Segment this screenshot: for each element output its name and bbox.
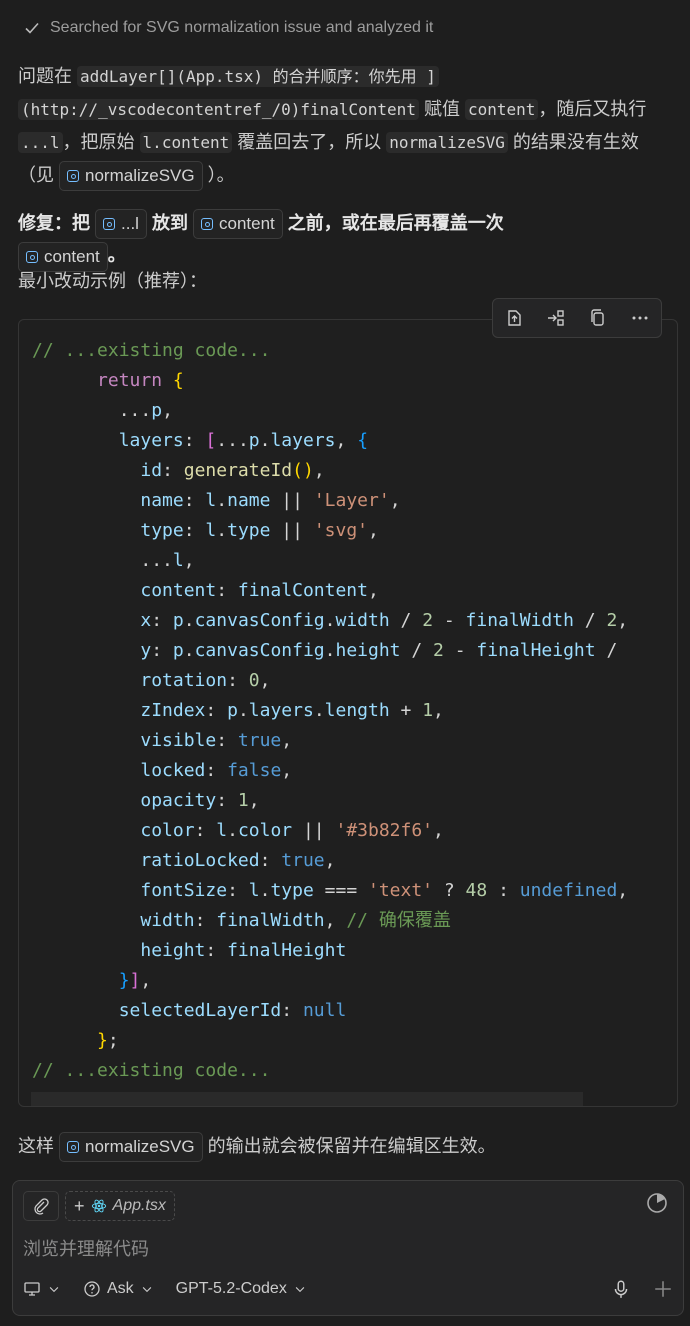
chevron-down-icon xyxy=(142,1287,151,1293)
insert-at-cursor-icon[interactable] xyxy=(544,306,568,330)
code-line: locked: false, xyxy=(140,760,293,781)
copy-icon[interactable] xyxy=(586,306,610,330)
symbol-icon xyxy=(67,1141,80,1154)
code-line: height: finalHeight xyxy=(140,940,347,961)
code-line: fontSize: l.type === 'text' ? 48 : undef… xyxy=(140,880,629,901)
chat-input[interactable]: 浏览并理解代码 xyxy=(23,1235,149,1261)
code-line: id: generateId(), xyxy=(140,460,325,481)
symbol-icon xyxy=(26,250,38,263)
chip-label: normalizeSVG xyxy=(85,1137,195,1157)
text-segment: 覆盖回去了，所以 xyxy=(237,132,382,152)
chevron-down-icon xyxy=(49,1287,59,1293)
code-line: zIndex: p.layers.length + 1, xyxy=(140,700,444,721)
code-line: }], xyxy=(118,970,152,991)
symbol-link-normalizeSVG-2[interactable]: normalizeSVG xyxy=(59,1132,203,1163)
inline-code: content xyxy=(464,99,539,120)
chip-label: content xyxy=(219,214,275,234)
code-line: x: p.canvasConfig.width / 2 - finalWidth… xyxy=(140,610,629,631)
text-segment: 。 xyxy=(107,245,126,266)
text-segment: ，随后又执行 xyxy=(538,99,647,119)
horizontal-scrollbar[interactable] xyxy=(31,1092,583,1106)
more-icon[interactable] xyxy=(628,306,652,330)
target-picker[interactable] xyxy=(23,1280,61,1298)
context-usage-icon[interactable] xyxy=(645,1191,669,1215)
code-block-toolbar xyxy=(492,298,662,338)
text-segment: ）。 xyxy=(207,165,235,185)
text-segment: ，把原始 xyxy=(62,132,135,152)
code-block: // ...existing code... return { ...p, la… xyxy=(18,319,678,1107)
code-line: // ...existing code... xyxy=(32,340,271,361)
text-segment: 修复：把 xyxy=(18,213,90,233)
code-line: type: l.type || 'svg', xyxy=(140,520,379,541)
code-line: // ...existing code... xyxy=(32,1060,271,1081)
inline-code: l.content xyxy=(139,132,233,153)
chip-label: ...l xyxy=(121,214,139,234)
attach-button[interactable] xyxy=(23,1191,59,1221)
chip-label: normalizeSVG xyxy=(85,166,195,186)
code-line: name: l.name || 'Layer', xyxy=(140,490,401,511)
monitor-icon xyxy=(24,1282,40,1296)
paperclip-icon xyxy=(34,1198,49,1215)
text-segment: 这样 xyxy=(18,1136,54,1156)
chevron-down-icon xyxy=(295,1287,305,1293)
code-line: }; xyxy=(97,1030,119,1051)
code-line: content: finalContent, xyxy=(140,580,379,601)
code-line: visible: true, xyxy=(140,730,293,751)
model-label: GPT-5.2-Codex xyxy=(175,1280,287,1297)
inline-code: ...l xyxy=(18,132,63,153)
code-line: return { xyxy=(97,370,184,391)
symbol-icon xyxy=(67,170,80,183)
symbol-link-content[interactable]: content xyxy=(193,209,283,240)
microphone-icon[interactable] xyxy=(611,1279,631,1299)
help-circle-icon xyxy=(84,1281,100,1297)
apply-in-editor-icon[interactable] xyxy=(502,306,526,330)
fix-paragraph: 修复：把 ...l 放到 content 之前，或在最后再覆盖一次 conten… xyxy=(18,207,674,272)
text-segment: 问题在 xyxy=(18,66,72,86)
code-line: color: l.color || '#3b82f6', xyxy=(140,820,444,841)
check-icon xyxy=(25,22,39,34)
send-plus-icon[interactable] xyxy=(653,1279,673,1299)
code-line: y: p.canvasConfig.height / 2 - finalHeig… xyxy=(140,640,618,661)
example-heading: 最小改动示例（推荐）： xyxy=(18,271,207,291)
text-segment: 之前，或在最后再覆盖一次 xyxy=(287,213,504,233)
model-picker[interactable]: GPT-5.2-Codex xyxy=(176,1280,307,1298)
code-line: width: finalWidth, // 确保覆盖 xyxy=(140,910,451,931)
mode-picker[interactable]: Ask xyxy=(83,1280,154,1298)
code-content: // ...existing code... return { ...p, la… xyxy=(32,336,628,1086)
attached-file-chip[interactable]: + App.tsx xyxy=(65,1191,175,1221)
explanation-paragraph: 问题在 addLayer[](App.tsx) 的合并顺序：你先用 ] (htt… xyxy=(18,60,674,192)
code-line: opacity: 1, xyxy=(140,790,260,811)
text-segment: 的输出就会被保留并在编辑区生效。 xyxy=(207,1136,496,1156)
inline-code: addLayer[](App.tsx) 的合并顺序：你先用 ] xyxy=(77,66,439,87)
code-line: rotation: 0, xyxy=(140,670,271,691)
add-icon: + xyxy=(74,1195,85,1216)
mode-label: Ask xyxy=(107,1280,134,1297)
status-text: Searched for SVG normalization issue and… xyxy=(50,19,434,36)
symbol-link-spread-l[interactable]: ...l xyxy=(95,209,147,240)
attached-file-name: App.tsx xyxy=(112,1197,166,1214)
code-line: ratioLocked: true, xyxy=(140,850,336,871)
tool-status[interactable]: Searched for SVG normalization issue and… xyxy=(24,14,433,42)
code-line: selectedLayerId: null xyxy=(118,1000,347,1021)
symbol-link-normalizeSVG[interactable]: normalizeSVG xyxy=(59,161,203,192)
symbol-icon xyxy=(103,218,116,231)
inline-code: normalizeSVG xyxy=(386,132,508,153)
conclusion-paragraph: 这样 normalizeSVG 的输出就会被保留并在编辑区生效。 xyxy=(18,1130,674,1163)
inline-code: (http://_vscodecontentref_/0)finalConten… xyxy=(18,99,419,120)
composer-controls: Ask GPT-5.2-Codex xyxy=(23,1275,673,1303)
text-segment: 赋值 xyxy=(423,99,460,119)
chat-composer: + App.tsx 浏览并理解代码 Ask GPT-5.2-Codex xyxy=(12,1180,684,1316)
react-icon xyxy=(91,1199,106,1213)
symbol-icon xyxy=(201,218,213,231)
code-line: layers: [...p.layers, { xyxy=(118,430,369,451)
code-line: ...l, xyxy=(32,550,195,571)
text-segment: 放到 xyxy=(151,213,188,233)
code-line: ...p, xyxy=(32,400,173,421)
